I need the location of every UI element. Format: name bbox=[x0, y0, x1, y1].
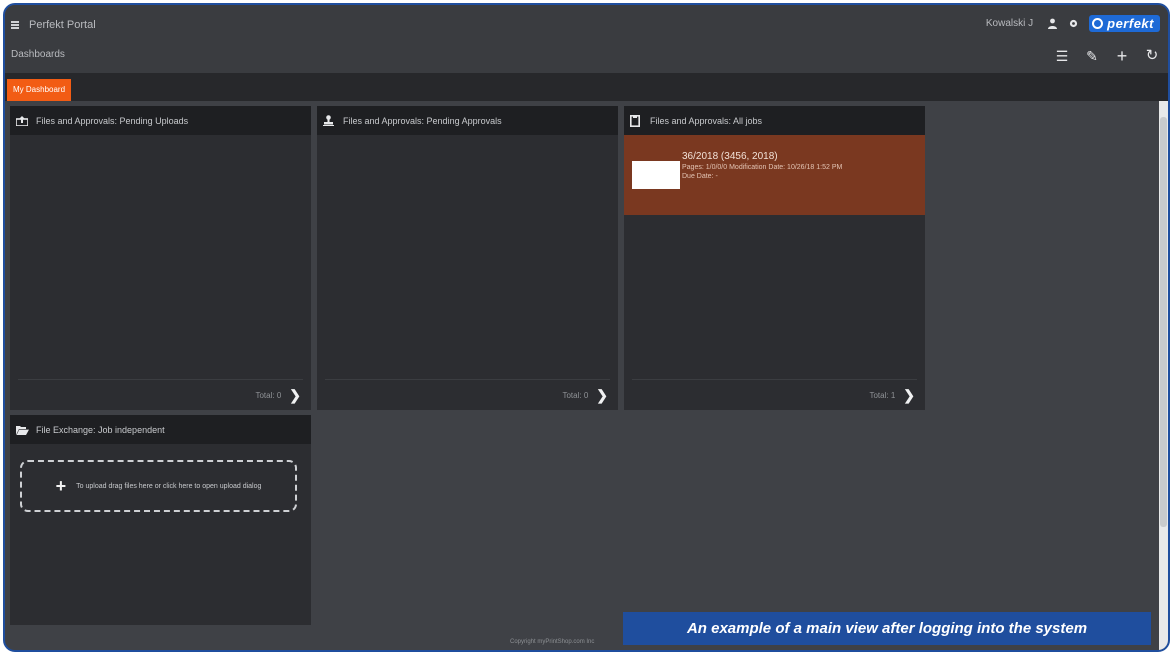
widget-total: Total: 1 bbox=[869, 390, 896, 400]
widget-title: File Exchange: Job independent bbox=[36, 424, 165, 435]
widget-footer: Total: 0 ❯ bbox=[325, 379, 610, 410]
chevron-right-icon[interactable]: ❯ bbox=[596, 387, 608, 404]
dashboard-tools: ☰ ✎ + ↻ bbox=[1054, 47, 1160, 65]
dropzone-text: To upload drag files here or click here … bbox=[76, 482, 262, 490]
pencil-icon[interactable]: ✎ bbox=[1084, 48, 1100, 64]
widget-header: File Exchange: Job independent bbox=[10, 415, 311, 444]
widget-title: Files and Approvals: All jobs bbox=[650, 115, 763, 126]
job-meta: Pages: 1/0/0/0 Modification Date: 10/26/… bbox=[682, 164, 843, 171]
user-area: Kowalski J perfekt bbox=[986, 15, 1160, 32]
widget-file-exchange: File Exchange: Job independent + To uplo… bbox=[10, 415, 311, 625]
copyright-text: Copyright myPrintShop.com Inc bbox=[510, 639, 595, 645]
widget-all-jobs: Files and Approvals: All jobs 36/2018 (3… bbox=[624, 106, 925, 410]
widget-pending-approvals: Files and Approvals: Pending Approvals T… bbox=[317, 106, 618, 410]
sort-icon[interactable]: ☰ bbox=[1054, 48, 1070, 64]
top-bar: Perfekt Portal Dashboards Kowalski J per… bbox=[5, 5, 1168, 73]
widget-header: Files and Approvals: All jobs bbox=[624, 106, 925, 135]
plus-icon[interactable]: + bbox=[1114, 47, 1130, 65]
plus-icon: + bbox=[55, 475, 67, 496]
folder-open-icon bbox=[16, 425, 29, 435]
app-title: Perfekt Portal bbox=[29, 19, 96, 31]
chevron-right-icon[interactable]: ❯ bbox=[903, 387, 915, 404]
upload-icon bbox=[16, 115, 28, 126]
widget-total: Total: 0 bbox=[562, 390, 589, 400]
widget-title: Files and Approvals: Pending Approvals bbox=[343, 115, 502, 126]
breadcrumb: Dashboards bbox=[11, 49, 65, 60]
refresh-icon[interactable]: ↻ bbox=[1144, 48, 1160, 64]
tab-my-dashboard[interactable]: My Dashboard bbox=[7, 79, 72, 101]
widget-header: Files and Approvals: Pending Approvals bbox=[317, 106, 618, 135]
widget-footer: Total: 1 ❯ bbox=[632, 379, 917, 410]
job-due-date: Due Date: - bbox=[682, 173, 718, 180]
app-title-row: Perfekt Portal bbox=[11, 19, 96, 31]
caption-banner: An example of a main view after logging … bbox=[623, 612, 1151, 645]
approval-stamp-icon bbox=[323, 115, 335, 126]
logo-text: perfekt bbox=[1107, 16, 1154, 31]
job-card[interactable]: 36/2018 (3456, 2018) Pages: 1/0/0/0 Modi… bbox=[624, 135, 925, 215]
user-name[interactable]: Kowalski J bbox=[986, 18, 1033, 29]
widget-total: Total: 0 bbox=[255, 390, 282, 400]
gear-icon[interactable] bbox=[1068, 18, 1079, 29]
chevron-right-icon[interactable]: ❯ bbox=[289, 387, 301, 404]
job-thumbnail[interactable] bbox=[632, 161, 680, 189]
widget-pending-uploads: Files and Approvals: Pending Uploads Tot… bbox=[10, 106, 311, 410]
widget-footer: Total: 0 ❯ bbox=[18, 379, 303, 410]
widget-title: Files and Approvals: Pending Uploads bbox=[36, 115, 189, 126]
tab-bar: My Dashboard bbox=[5, 73, 1168, 101]
job-title: 36/2018 (3456, 2018) bbox=[682, 151, 778, 162]
scrollbar-thumb[interactable] bbox=[1160, 117, 1167, 527]
user-icon[interactable] bbox=[1047, 18, 1058, 29]
widget-header: Files and Approvals: Pending Uploads bbox=[10, 106, 311, 135]
app-window: Perfekt Portal Dashboards Kowalski J per… bbox=[3, 3, 1170, 652]
logo-ring-icon bbox=[1092, 18, 1104, 29]
perfekt-logo: perfekt bbox=[1089, 15, 1160, 32]
upload-dropzone[interactable]: + To upload drag files here or click her… bbox=[20, 460, 297, 512]
document-icon bbox=[630, 114, 642, 127]
menu-icon[interactable] bbox=[11, 20, 19, 30]
